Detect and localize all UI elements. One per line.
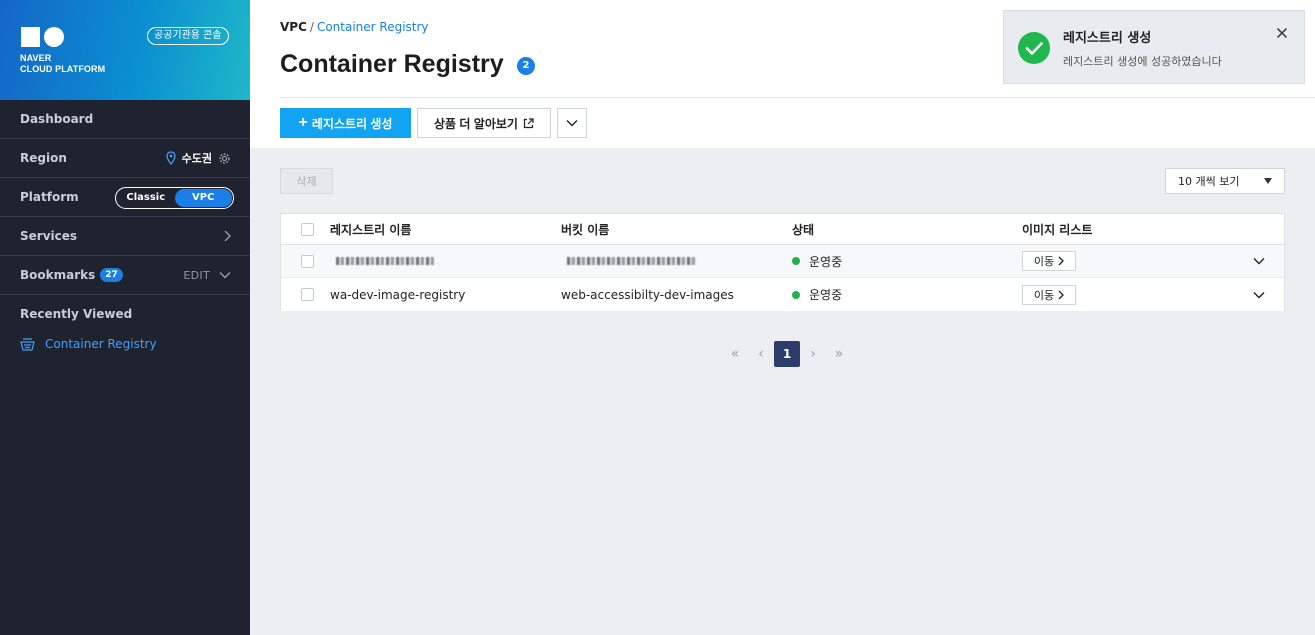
chevron-right-icon bbox=[224, 230, 231, 242]
page-size-select[interactable]: 10 개씩 보기 bbox=[1165, 168, 1285, 194]
sidebar-item-services[interactable]: Services bbox=[0, 217, 250, 256]
platform-toggle[interactable]: Classic VPC bbox=[115, 187, 234, 209]
location-pin-icon bbox=[165, 151, 176, 165]
last-page-icon[interactable]: » bbox=[826, 341, 852, 367]
page-size-value: 10 개씩 보기 bbox=[1178, 175, 1240, 188]
create-registry-label: 레지스트리 생성 bbox=[311, 116, 393, 131]
recent-item-label: Container Registry bbox=[45, 337, 157, 351]
breadcrumb: VPC / Container Registry bbox=[280, 20, 429, 34]
move-label: 이동 bbox=[1033, 255, 1055, 268]
learn-more-button[interactable]: 상품 더 알아보기 bbox=[417, 108, 551, 138]
divider bbox=[280, 97, 1315, 98]
success-toast: 레지스트리 생성 레지스트리 생성에 성공하였습니다 bbox=[1003, 10, 1305, 84]
registry-table: 레지스트리 이름 버킷 이름 상태 이미지 리스트 운영중 이동 wa-dev-… bbox=[280, 213, 1285, 311]
pagination: « ‹ 1 › » bbox=[722, 341, 852, 367]
close-icon[interactable] bbox=[1276, 27, 1288, 39]
success-check-icon bbox=[1018, 32, 1050, 64]
chevron-down-icon bbox=[566, 120, 578, 127]
breadcrumb-root[interactable]: VPC bbox=[280, 20, 307, 34]
status-running-icon bbox=[792, 290, 800, 299]
breadcrumb-separator: / bbox=[309, 20, 314, 34]
recently-viewed-heading: Recently Viewed bbox=[20, 307, 133, 321]
caret-down-icon bbox=[1264, 178, 1272, 184]
status-cell: 운영중 bbox=[792, 278, 842, 311]
logo-line-2: CLOUD PLATFORM bbox=[20, 64, 106, 74]
region-value: 수도권 bbox=[181, 152, 212, 165]
breadcrumb-current[interactable]: Container Registry bbox=[317, 20, 429, 34]
learn-more-label: 상품 더 알아보기 bbox=[434, 116, 518, 131]
region-label: Region bbox=[20, 151, 67, 165]
header-registry-name[interactable]: 레지스트리 이름 bbox=[330, 214, 411, 244]
registry-name[interactable]: wa-dev-image-registry bbox=[330, 278, 465, 311]
status-cell: 운영중 bbox=[792, 245, 842, 277]
image-list-move-button[interactable]: 이동 bbox=[1022, 251, 1076, 271]
sidebar: NAVER CLOUD PLATFORM 공공기관용 콘솔 Dashboard … bbox=[0, 0, 250, 635]
brand-header: NAVER CLOUD PLATFORM 공공기관용 콘솔 bbox=[0, 0, 250, 100]
platform-option-vpc[interactable]: VPC bbox=[174, 189, 232, 207]
bookmarks-edit-button[interactable]: EDIT bbox=[183, 269, 210, 282]
bucket-name-redacted bbox=[567, 245, 697, 277]
page-title: Container Registry bbox=[280, 50, 504, 78]
create-registry-button[interactable]: + 레지스트리 생성 bbox=[280, 108, 411, 138]
status-text: 운영중 bbox=[809, 288, 843, 302]
bookmarks-label: Bookmarks bbox=[20, 268, 96, 282]
logo-line-1: NAVER bbox=[20, 53, 52, 63]
registry-name-redacted bbox=[336, 245, 434, 277]
status-running-icon bbox=[792, 257, 800, 265]
registry-count-badge: 2 bbox=[517, 57, 535, 75]
row-expand-chevron-icon[interactable] bbox=[1253, 257, 1265, 265]
sidebar-item-platform: Platform Classic VPC bbox=[0, 178, 250, 217]
header-bucket-name[interactable]: 버킷 이름 bbox=[561, 214, 609, 244]
header-image-list: 이미지 리스트 bbox=[1022, 222, 1093, 237]
bookmarks-count-badge: 27 bbox=[100, 268, 123, 282]
sidebar-item-region[interactable]: Region 수도권 bbox=[0, 139, 250, 178]
table-row[interactable]: 운영중 이동 bbox=[281, 245, 1284, 278]
sidebar-item-bookmarks[interactable]: Bookmarks 27 EDIT bbox=[0, 256, 250, 295]
select-all-checkbox[interactable] bbox=[301, 222, 314, 236]
chevron-down-icon[interactable] bbox=[219, 271, 231, 279]
recent-item-container-registry[interactable]: Container Registry bbox=[0, 333, 250, 355]
logo-text: NAVER CLOUD PLATFORM bbox=[20, 53, 105, 75]
more-actions-dropdown[interactable] bbox=[557, 108, 587, 138]
plus-icon: + bbox=[298, 114, 308, 131]
platform-option-classic[interactable]: Classic bbox=[117, 189, 175, 207]
toast-title: 레지스트리 생성 bbox=[1063, 31, 1152, 46]
gear-icon[interactable] bbox=[218, 152, 231, 165]
delete-button[interactable]: 삭제 bbox=[280, 168, 333, 194]
next-page-icon[interactable]: › bbox=[800, 341, 826, 367]
gov-console-badge[interactable]: 공공기관용 콘솔 bbox=[147, 27, 229, 45]
sidebar-item-dashboard[interactable]: Dashboard bbox=[0, 100, 250, 139]
naver-logo-icon[interactable] bbox=[21, 27, 65, 47]
prev-page-icon[interactable]: ‹ bbox=[748, 341, 774, 367]
toast-message: 레지스트리 생성에 성공하였습니다 bbox=[1063, 55, 1222, 68]
row-checkbox[interactable] bbox=[301, 288, 314, 301]
image-list-move-button[interactable]: 이동 bbox=[1022, 284, 1076, 305]
move-label: 이동 bbox=[1033, 288, 1055, 302]
external-link-icon bbox=[523, 117, 534, 128]
header-status[interactable]: 상태 bbox=[792, 214, 814, 244]
chevron-right-icon bbox=[1058, 290, 1065, 299]
registry-icon bbox=[20, 337, 35, 351]
table-row[interactable]: wa-dev-image-registry web-accessibilty-d… bbox=[281, 278, 1284, 311]
row-checkbox[interactable] bbox=[301, 254, 314, 268]
page-number-current[interactable]: 1 bbox=[774, 341, 800, 367]
table-header: 레지스트리 이름 버킷 이름 상태 이미지 리스트 bbox=[281, 214, 1284, 245]
dashboard-label: Dashboard bbox=[20, 112, 94, 126]
chevron-right-icon bbox=[1058, 256, 1065, 266]
row-expand-chevron-icon[interactable] bbox=[1253, 291, 1265, 299]
bucket-name: web-accessibilty-dev-images bbox=[561, 287, 734, 302]
first-page-icon[interactable]: « bbox=[722, 341, 748, 367]
services-label: Services bbox=[20, 229, 78, 243]
platform-label: Platform bbox=[20, 190, 79, 204]
status-text: 운영중 bbox=[809, 254, 843, 269]
